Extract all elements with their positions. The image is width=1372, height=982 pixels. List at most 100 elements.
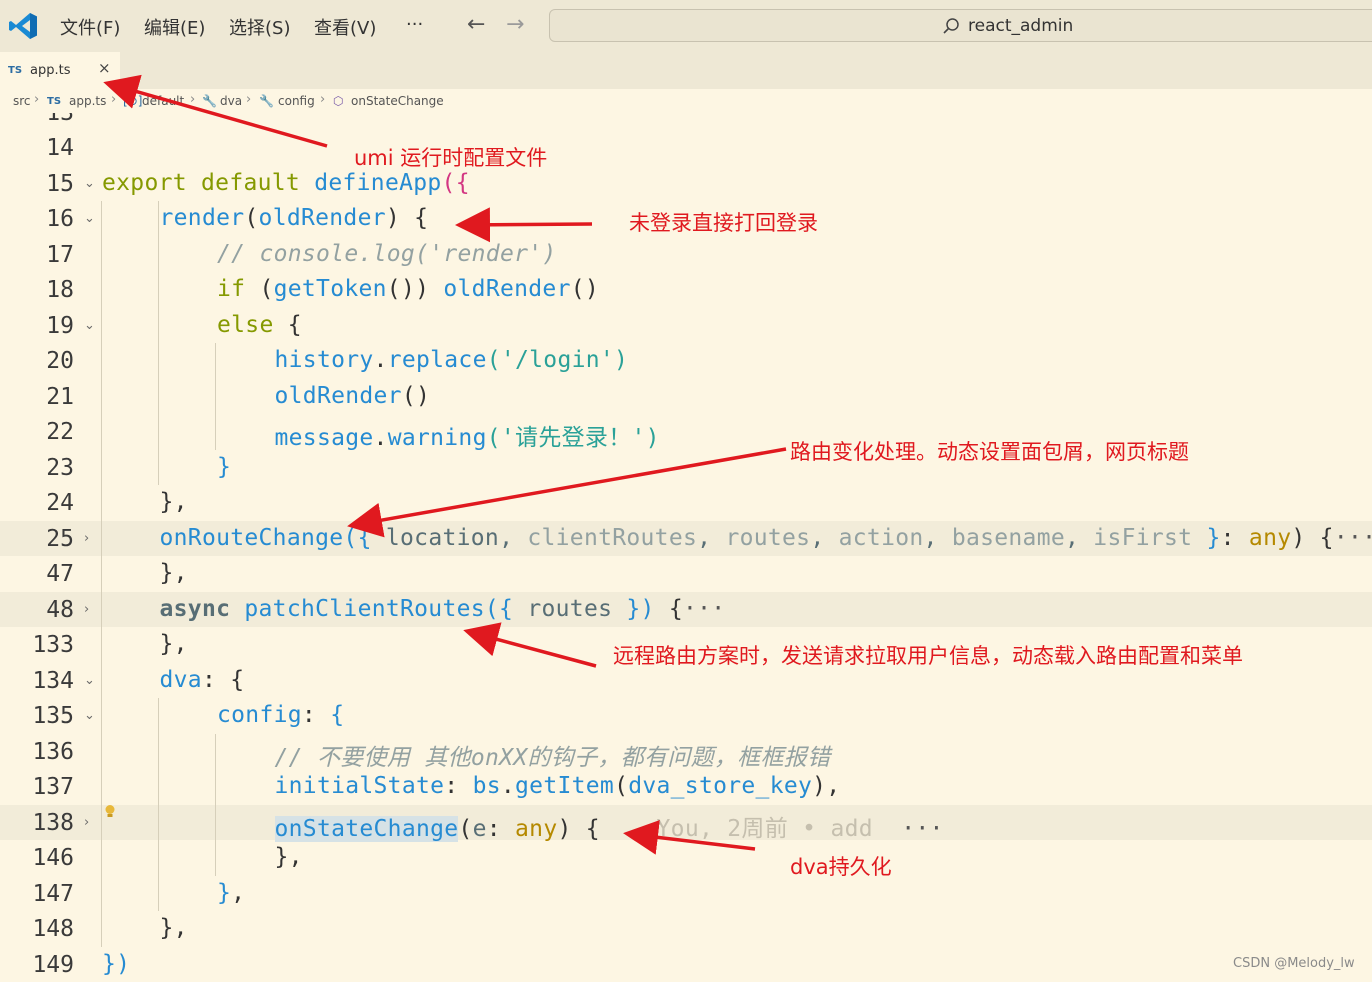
code-token: ) { [557,815,600,842]
code-token: export default [102,169,315,196]
code-token: clientRoutes [527,524,698,551]
code-line[interactable]: 137 initialState: bs.getItem(dva_store_ke… [0,769,1372,805]
code-line[interactable]: 147}, [0,876,1372,912]
code-token: }, [159,915,188,941]
close-icon[interactable]: × [98,59,111,77]
code-line[interactable]: 14 [0,130,1372,166]
code-line[interactable]: 21 oldRender() [0,379,1372,415]
breadcrumb-src[interactable]: src [13,94,31,108]
code-token: ( [458,815,473,842]
lightbulb-icon[interactable] [104,804,116,820]
code-text: if (getToken()) oldRender() [217,276,599,302]
fold-collapse-icon[interactable]: ⌄ [84,708,95,723]
annotation-route-change: 路由变化处理。动态设置面包屑，网页标题 [790,440,1189,464]
line-number: 138 [32,809,74,836]
code-line[interactable]: 47}, [0,556,1372,592]
code-line[interactable]: 18 if (getToken()) oldRender() [0,272,1372,308]
code-token: { [287,311,302,338]
code-line[interactable]: 25 › onRouteChange({ location, clientRoute… [0,520,1372,556]
code-text: // console.log('render') [217,241,557,267]
code-line[interactable]: 138 › onStateChange(e: any) { You, 2周前 • a… [0,804,1372,842]
breadcrumb-dva[interactable]: dva [220,94,242,108]
code-token: . [373,425,388,451]
line-number: 147 [32,880,74,907]
typescript-file-icon: TS [47,96,62,107]
code-line[interactable]: 15 ⌄ export default defineApp({ [0,166,1372,202]
menu-more[interactable]: ··· [406,14,423,35]
code-line[interactable]: 13 [0,113,1372,130]
code-line[interactable]: 136 // 不要使用 其他onXX的钩子，都有问题，框框报错 [0,734,1372,771]
code-token: : [1220,524,1249,551]
code-token: { [330,702,345,728]
code-token: message [274,425,374,451]
code-line[interactable]: 24}, [0,485,1372,521]
code-text: }, [160,560,188,586]
fold-expand-icon[interactable]: › [84,815,89,830]
code-token: routes [725,524,811,551]
code-token: } [217,879,232,906]
code-token: onRouteChange [159,524,344,551]
code-line[interactable]: 148}, [0,911,1372,947]
code-text: config: { [217,702,344,728]
line-number: 17 [46,241,74,268]
code-editor[interactable]: 131415⌄export default defineApp({16⌄rend… [0,113,1372,982]
line-number: 146 [32,845,74,871]
fold-expand-icon[interactable]: › [84,602,89,617]
chevron-right-icon: › [190,92,196,107]
code-token: }, [274,844,303,870]
breadcrumb-default[interactable]: default [142,94,184,108]
menu-selection[interactable]: 选择(S) [229,14,290,40]
menu-edit[interactable]: 编辑(E) [144,14,205,40]
code-text: }, [275,844,303,870]
wrench-icon: 🔧 [259,94,274,108]
code-line[interactable]: 48 › async patchClientRoutes({ routes }) {… [0,591,1372,627]
code-token: . [500,773,516,799]
menu-file[interactable]: 文件(F) [60,14,120,40]
code-token: You, 2周前 • add [599,815,902,842]
code-line[interactable]: 20 history.replace('/login') [0,343,1372,379]
fold-collapse-icon[interactable]: ⌄ [84,673,95,688]
code-token: dva_store_key [628,773,813,799]
code-token: ({ [343,524,386,551]
breadcrumb-onstatechange[interactable]: onStateChange [351,94,444,108]
fold-expand-icon[interactable]: › [84,531,89,546]
line-number: 48 [46,596,74,623]
annotation-render: 未登录直接打回登录 [629,211,818,235]
watermark: CSDN @Melody_lw [1233,956,1355,971]
breadcrumb-app-ts[interactable]: app.ts [69,94,106,108]
fold-collapse-icon[interactable]: ⌄ [84,318,95,333]
forward-arrow-icon[interactable]: → [506,12,524,37]
code-token: render [159,205,245,231]
code-line[interactable]: 146}, [0,840,1372,876]
command-center-search[interactable]: react_admin [549,9,1372,42]
code-line[interactable]: 17 // console.log('render') [0,237,1372,273]
code-text: message.warning('请先登录！') [275,418,660,452]
breadcrumb-config[interactable]: config [278,94,315,108]
code-text: render(oldRender) { [160,205,429,231]
line-number: 133 [32,632,74,658]
code-token: ) { [385,205,429,231]
method-cube-icon: ⬡ [333,94,344,108]
code-token: basename [951,524,1065,551]
wrench-icon: 🔧 [202,94,217,108]
code-token: , [1065,524,1094,551]
back-arrow-icon[interactable]: ← [467,12,485,37]
code-line[interactable]: 19 ⌄ else { [0,308,1372,344]
menu-view[interactable]: 查看(V) [314,14,376,40]
tab-app-ts[interactable]: TS app.ts × [0,52,120,89]
line-number: 24 [46,490,74,516]
fold-collapse-icon[interactable]: ⌄ [84,176,95,191]
line-number: 47 [46,561,74,587]
code-line[interactable]: 149}) [0,947,1372,982]
code-token: ({ [484,595,528,622]
code-line[interactable]: 135 ⌄ config: { [0,698,1372,734]
chevron-right-icon: › [246,92,252,107]
code-text: }, [160,631,188,657]
variable-icon: [⊙] [123,94,143,108]
chevron-right-icon: › [34,92,40,107]
code-token: }, [159,489,188,515]
code-token: , [231,879,246,906]
code-token: any [1248,524,1292,551]
code-token: () [401,382,431,409]
fold-collapse-icon[interactable]: ⌄ [84,211,95,226]
